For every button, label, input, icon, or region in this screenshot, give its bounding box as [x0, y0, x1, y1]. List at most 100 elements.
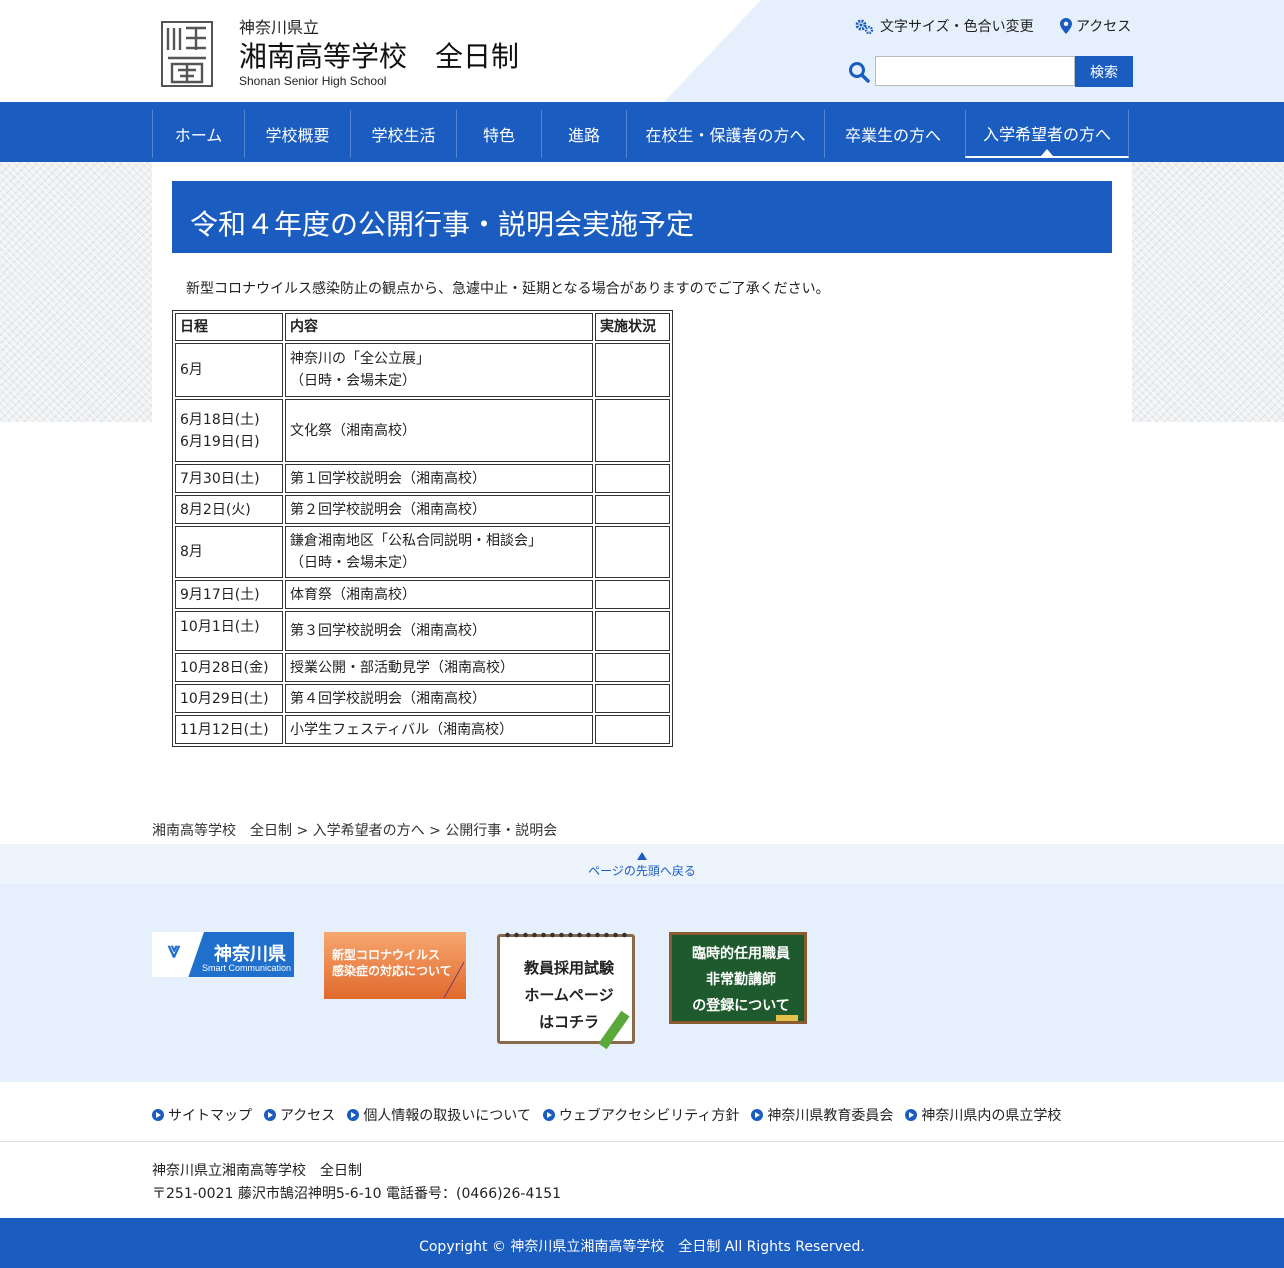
table-cell-content: 鎌倉湘南地区「公私合同説明・相談会」 （日時・会場未定） [285, 526, 593, 578]
table-cell-date: 7月30日(土) [175, 464, 283, 493]
arrow-right-circle-icon [152, 1109, 164, 1121]
table-cell-content: 小学生フェスティバル（湘南高校） [285, 715, 593, 744]
footer-link-accessibility[interactable]: ウェブアクセシビリティ方針 [542, 1105, 739, 1125]
table-cell-content: 第３回学校説明会（湘南高校） [285, 611, 593, 651]
table-cell-date: 11月12日(土) [175, 715, 283, 744]
arrow-right-circle-icon [264, 1109, 276, 1121]
page-title: 令和４年度の公開行事・説明会実施予定 [190, 208, 695, 241]
arrow-up-icon [637, 852, 647, 860]
table-cell-status [595, 343, 670, 397]
nav-item-prospective-students[interactable]: 入学希望者の方へ [965, 110, 1129, 158]
table-row: 8月2日(火) 第２回学校説明会（湘南高校） [175, 495, 670, 524]
footer-link-board-of-education[interactable]: 神奈川県教育委員会 [751, 1105, 893, 1125]
table-cell-status [595, 495, 670, 524]
school-name-english: Shonan Senior High School [239, 74, 387, 88]
table-row: 6月18日(土) 6月19日(日) 文化祭（湘南高校） [175, 399, 670, 462]
footer-link-access[interactable]: アクセス [264, 1105, 335, 1125]
global-navigation: ホーム 学校概要 学校生活 特色 進路 在校生・保護者の方へ 卒業生の方へ 入学… [0, 102, 1284, 162]
footer-school-name: 神奈川県立湘南高等学校 全日制 [152, 1163, 362, 1179]
footer-links: サイトマップ アクセス 個人情報の取扱いについて ウェブアクセシビリティ方針 神… [152, 1105, 1061, 1125]
nav-item-features[interactable]: 特色 [456, 110, 541, 158]
nav-item-school-life[interactable]: 学校生活 [350, 110, 456, 158]
nav-item-alumni[interactable]: 卒業生の方へ [824, 110, 961, 158]
table-cell-date: 10月29日(土) [175, 684, 283, 713]
temporary-staff-banner[interactable]: 臨時的任用職員 非常勤講師 の登録について [669, 932, 809, 1028]
footer-link-prefectural-schools[interactable]: 神奈川県内の県立学校 [905, 1105, 1061, 1125]
table-row: 6月 神奈川の「全公立展」 （日時・会場未定） [175, 343, 670, 397]
table-header-status: 実施状況 [595, 313, 670, 341]
table-cell-content: 第２回学校説明会（湘南高校） [285, 495, 593, 524]
table-cell-date: 10月1日(土) [175, 611, 283, 651]
school-logo-icon[interactable] [160, 20, 214, 88]
table-header-date: 日程 [175, 313, 283, 341]
search-button[interactable]: 検索 [1075, 56, 1133, 87]
table-row: 9月17日(土) 体育祭（湘南高校） [175, 580, 670, 609]
table-cell-status [595, 611, 670, 651]
table-cell-status [595, 580, 670, 609]
arrow-right-circle-icon [347, 1109, 360, 1121]
table-cell-date: 6月18日(土) 6月19日(日) [175, 399, 283, 462]
table-cell-date: 6月 [175, 343, 283, 397]
nav-item-school-overview[interactable]: 学校概要 [244, 110, 350, 158]
table-cell-status [595, 526, 670, 578]
table-header-row: 日程 内容 実施状況 [175, 313, 670, 341]
copyright-bar: Copyright © 神奈川県立湘南高等学校 全日制 All Rights R… [0, 1218, 1284, 1268]
notice-text: 新型コロナウイルス感染防止の観点から、急遽中止・延期となる場合がありますのでご了… [186, 281, 830, 297]
table-cell-content: 神奈川の「全公立展」 （日時・会場未定） [285, 343, 593, 397]
table-cell-status [595, 399, 670, 462]
search-icon [849, 62, 870, 83]
font-color-settings-link[interactable]: 文字サイズ・色合い変更 [854, 16, 1034, 36]
font-color-settings-label: 文字サイズ・色合い変更 [880, 19, 1034, 35]
copyright-text: Copyright © 神奈川県立湘南高等学校 全日制 All Rights R… [419, 1239, 865, 1255]
table-cell-status [595, 715, 670, 744]
table-cell-date: 9月17日(土) [175, 580, 283, 609]
table-cell-content: 第１回学校説明会（湘南高校） [285, 464, 593, 493]
school-name[interactable]: 湘南高等学校 全日制 [239, 35, 519, 75]
table-cell-status [595, 464, 670, 493]
kanagawa-prefecture-banner[interactable]: ⩔ 神奈川県 Smart Communication [152, 932, 294, 977]
table-cell-status [595, 653, 670, 682]
page-top-link[interactable]: ページの先頭へ戻る [0, 852, 1284, 879]
breadcrumb[interactable]: 湘南高等学校 全日制 > 入学希望者の方へ > 公開行事・説明会 [152, 820, 557, 840]
banner-area: ⩔ 神奈川県 Smart Communication 新型コロナウイルス 感染症… [0, 884, 1284, 1082]
table-cell-status [595, 684, 670, 713]
nav-item-home[interactable]: ホーム [152, 110, 244, 158]
footer-address: 〒251-0021 藤沢市鵠沼神明5-6-10 電話番号：(0466)26-41… [152, 1186, 562, 1202]
side-pattern-left [0, 162, 152, 422]
site-header: 神奈川県立 湘南高等学校 全日制 Shonan Senior High Scho… [0, 0, 1284, 102]
footer-link-sitemap[interactable]: サイトマップ [152, 1105, 252, 1125]
table-row: 11月12日(土) 小学生フェスティバル（湘南高校） [175, 715, 670, 744]
table-cell-date: 8月2日(火) [175, 495, 283, 524]
map-pin-icon [1060, 18, 1072, 34]
table-cell-content: 授業公開・部活動見学（湘南高校） [285, 653, 593, 682]
table-cell-content: 体育祭（湘南高校） [285, 580, 593, 609]
search-input[interactable] [875, 56, 1075, 86]
access-link[interactable]: アクセス [1060, 16, 1131, 36]
footer-link-privacy[interactable]: 個人情報の取扱いについて [347, 1105, 531, 1125]
table-cell-content: 文化祭（湘南高校） [285, 399, 593, 462]
kanagawa-logo-icon: ⩔ [168, 938, 181, 963]
teacher-exam-banner[interactable]: 教員採用試験 ホームページ はコチラ [495, 930, 640, 1050]
page-top-label: ページの先頭へ戻る [588, 864, 696, 878]
arrow-right-circle-icon [751, 1109, 764, 1121]
table-cell-date: 8月 [175, 526, 283, 578]
nav-item-students-parents[interactable]: 在校生・保護者の方へ [626, 110, 824, 158]
page-title-bar: 令和４年度の公開行事・説明会実施予定 [172, 181, 1112, 253]
table-header-content: 内容 [285, 313, 593, 341]
side-pattern-right [1132, 162, 1284, 422]
arrow-right-circle-icon [542, 1109, 555, 1121]
table-cell-date: 10月28日(金) [175, 653, 283, 682]
nav-item-career[interactable]: 進路 [541, 110, 626, 158]
table-cell-content: 第４回学校説明会（湘南高校） [285, 684, 593, 713]
footer-divider [0, 1141, 1284, 1142]
arrow-right-circle-icon [905, 1109, 918, 1121]
spiral-rings-icon [503, 930, 629, 940]
slash-decoration-icon [443, 961, 465, 999]
page-top-bar: ページの先頭へ戻る [0, 844, 1284, 884]
table-row: 7月30日(土) 第１回学校説明会（湘南高校） [175, 464, 670, 493]
gears-icon [855, 19, 874, 34]
table-row: 10月28日(金) 授業公開・部活動見学（湘南高校） [175, 653, 670, 682]
access-label: アクセス [1076, 19, 1132, 35]
table-row: 10月29日(土) 第４回学校説明会（湘南高校） [175, 684, 670, 713]
covid-response-banner[interactable]: 新型コロナウイルス 感染症の対応について [324, 932, 466, 999]
